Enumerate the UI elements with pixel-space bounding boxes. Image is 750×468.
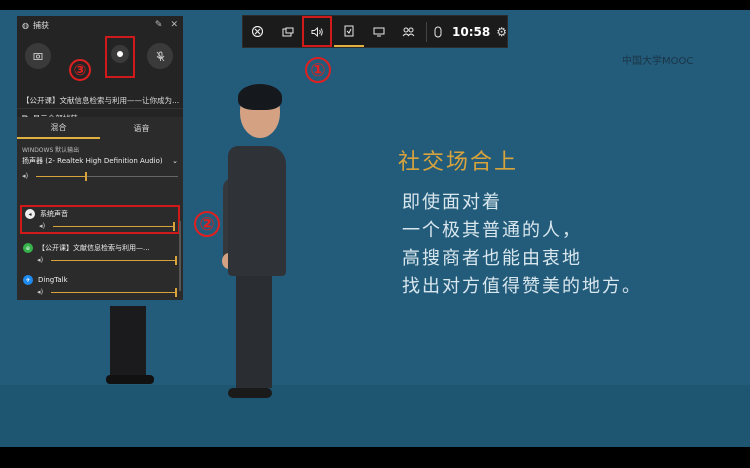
performance-icon[interactable] <box>334 16 364 47</box>
app-name: 系统声音 <box>40 210 68 218</box>
master-volume-fill <box>36 175 86 177</box>
video-floor <box>0 385 750 447</box>
figure-shoe <box>228 388 272 398</box>
volume-icon: ◂) <box>22 172 29 180</box>
annotation-3: ③ <box>69 59 91 81</box>
annotation-2: ② <box>194 211 220 237</box>
video-line-4: 找出对方值得赞美的地方。 <box>402 276 642 297</box>
speaker-icon: ◂ <box>25 209 35 219</box>
volume-icon: ◂) <box>37 288 44 296</box>
gear-icon[interactable]: ⚙ <box>496 25 507 39</box>
master-volume-thumb[interactable] <box>84 171 87 181</box>
output-device-name: 扬声器 (2- Realtek High Definition Audio) <box>22 157 163 165</box>
video-line-3: 高搜商者也能由衷地 <box>402 248 582 269</box>
app-name: DingTalk <box>38 276 68 284</box>
app-volume-track[interactable] <box>51 287 177 297</box>
xbox-icon[interactable] <box>243 16 273 47</box>
app-volume-fill <box>53 225 175 227</box>
pin-icon[interactable]: ✎ <box>155 20 163 30</box>
figure-legs <box>236 276 272 388</box>
app-volume-slider[interactable]: ◂) <box>23 255 177 265</box>
app-volume-thumb[interactable] <box>175 255 177 265</box>
capture-widget-icon[interactable] <box>273 16 303 47</box>
game-bar: 10:58 ⚙ <box>242 15 508 48</box>
master-volume-track[interactable] <box>36 171 178 181</box>
screenshot-button[interactable] <box>25 43 51 69</box>
app-row-system-sounds[interactable]: ◂ 系统声音 ◂) <box>20 205 180 234</box>
gamebar-divider <box>426 21 428 42</box>
annotation-1: ① <box>305 57 331 83</box>
chevron-down-icon: ⌄ <box>172 157 178 165</box>
figure-hair <box>238 84 282 110</box>
video-title: 社交场合上 <box>398 150 519 175</box>
volume-icon: ◂) <box>39 222 46 230</box>
app-volume-slider[interactable]: ◂) <box>23 287 177 297</box>
start-recording-button[interactable] <box>111 45 129 63</box>
mooc-logo: 中国大学MOOC <box>622 56 694 67</box>
dingtalk-icon: ✈ <box>23 275 33 285</box>
record-dot-icon <box>117 51 123 57</box>
capture-panel: ◍ 捕获 ✎ ✕ ③ 【公开课】文献信息检索与利用——让你成为... ⧉ 显示全… <box>17 16 183 300</box>
app-volume-fill <box>51 259 177 261</box>
volume-icon: ◂) <box>37 256 44 264</box>
background-figure-shoe <box>106 375 154 384</box>
app-row-dingtalk[interactable]: ✈ DingTalk ◂) <box>20 273 180 298</box>
app-row-course[interactable]: e 【公开课】文献信息检索与利用—... ◂) <box>20 241 180 266</box>
app-volume-thumb[interactable] <box>173 221 175 231</box>
capture-title-icon: ◍ <box>22 20 29 30</box>
tab-mix[interactable]: 混合 <box>17 117 100 139</box>
app-volume-slider[interactable]: ◂) <box>25 221 175 231</box>
browser-app-icon: e <box>23 243 33 253</box>
clock-time: 10:58 <box>452 24 491 39</box>
app-volume-thumb[interactable] <box>175 287 177 297</box>
app-volume-track[interactable] <box>51 255 177 265</box>
mouse-icon[interactable] <box>430 16 446 47</box>
mic-off-button[interactable] <box>147 43 173 69</box>
social-icon[interactable] <box>393 16 423 47</box>
figure-body <box>228 146 286 276</box>
tab-voice[interactable]: 语音 <box>100 117 183 139</box>
audio-panel: 混合 语音 WINDOWS 默认输出 扬声器 (2- Realtek High … <box>17 117 183 300</box>
app-volume-track[interactable] <box>53 221 175 231</box>
capture-panel-title: 捕获 <box>32 20 49 30</box>
capture-buttons: ③ <box>17 34 183 94</box>
capture-panel-header[interactable]: ◍ 捕获 ✎ ✕ <box>17 16 183 34</box>
background-figure <box>110 306 146 378</box>
video-line-1: 即使面对着 <box>402 192 502 213</box>
app-volume-fill <box>51 291 177 293</box>
audio-icon[interactable] <box>302 16 333 47</box>
output-device-select[interactable]: 扬声器 (2- Realtek High Definition Audio) ⌄ <box>17 154 183 168</box>
master-volume-slider[interactable]: ◂) <box>17 168 183 184</box>
app-name: 【公开课】文献信息检索与利用—... <box>38 244 150 252</box>
audio-scrollbar[interactable] <box>179 221 181 291</box>
resources-icon[interactable] <box>364 16 394 47</box>
record-button-highlight <box>105 36 135 78</box>
video-line-2: 一个极其普通的人， <box>402 220 582 241</box>
default-output-label: WINDOWS 默认输出 <box>22 147 80 154</box>
audio-tabs: 混合 语音 <box>17 117 183 139</box>
capture-title-text: 【公开课】文献信息检索与利用——让你成为... <box>22 96 180 105</box>
close-icon[interactable]: ✕ <box>170 20 178 30</box>
